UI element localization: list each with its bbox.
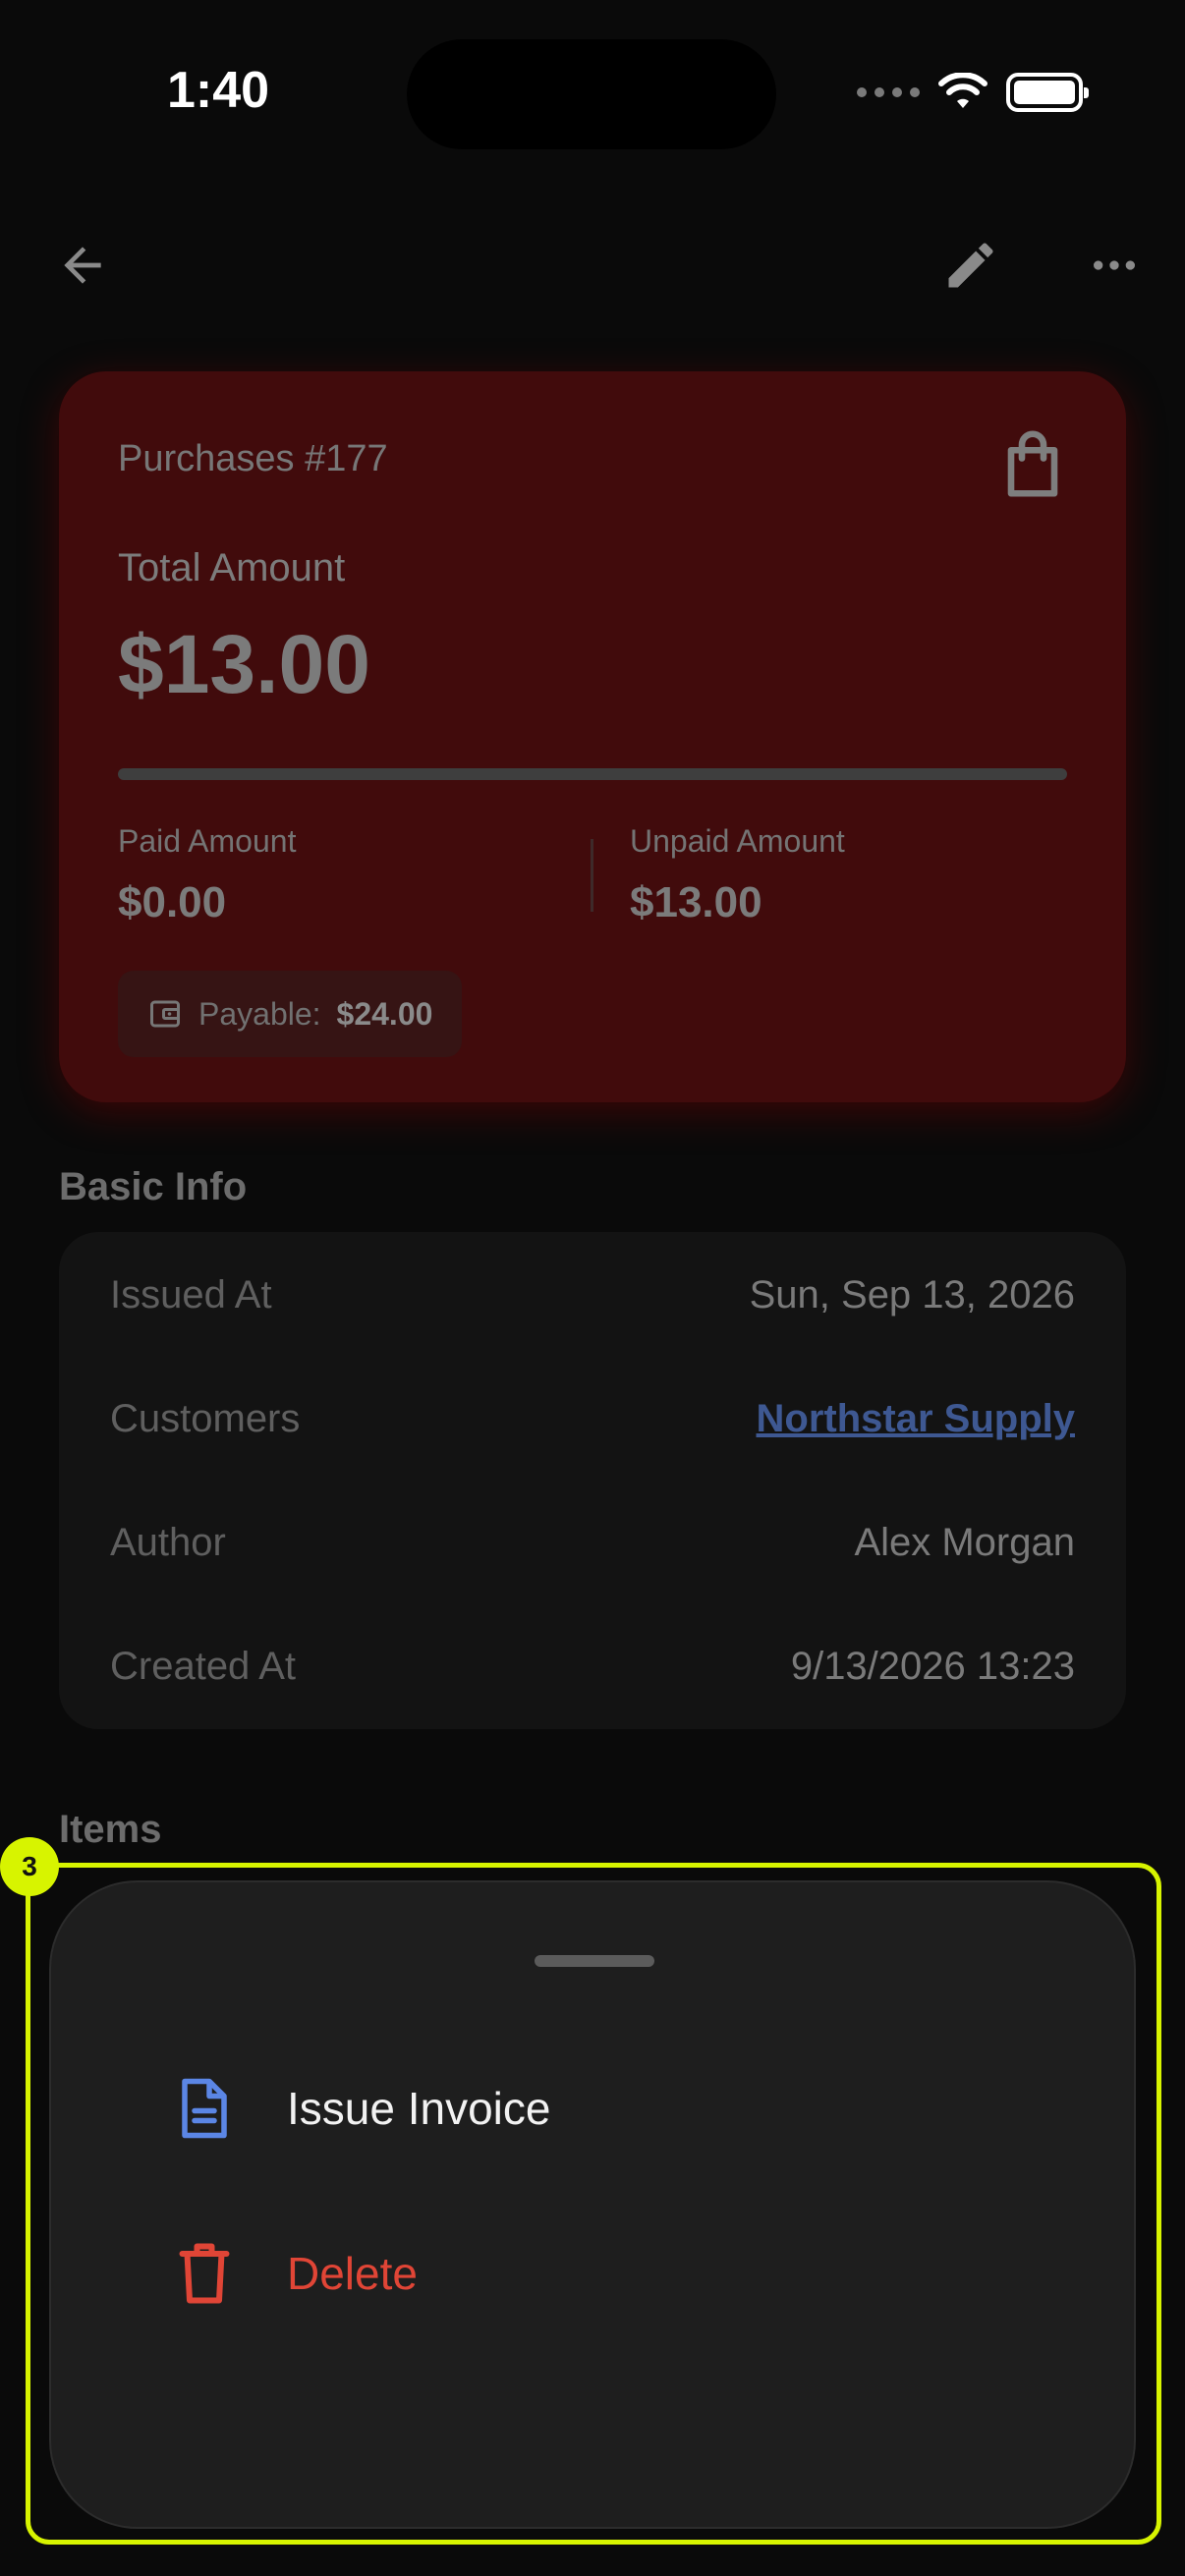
purchase-title: Purchases #177 — [118, 438, 388, 479]
info-row-created-at: Created At 9/13/2026 13:23 — [110, 1637, 1075, 1696]
info-row-customers: Customers Northstar Supply — [110, 1389, 1075, 1448]
info-row-issued-at: Issued At Sun, Sep 13, 2026 — [110, 1265, 1075, 1324]
info-label: Customers — [110, 1396, 301, 1440]
purchase-summary-card: Purchases #177 Total Amount $13.00 Paid … — [59, 371, 1126, 1102]
shopping-bag-icon — [1007, 430, 1058, 497]
annotation-badge: 3 — [0, 1837, 59, 1896]
wallet-icon — [150, 1000, 180, 1028]
info-value: 9/13/2026 13:23 — [790, 1644, 1075, 1688]
signal-dots-icon — [857, 87, 920, 97]
payable-label: Payable: — [198, 995, 321, 1032]
payment-progress-bar — [118, 768, 1067, 780]
issue-invoice-button[interactable]: Issue Invoice — [175, 2059, 550, 2157]
basic-info-card: Issued At Sun, Sep 13, 2026 Customers No… — [59, 1232, 1126, 1729]
paid-amount-value: $0.00 — [118, 878, 227, 926]
items-section-title: Items — [59, 1808, 162, 1851]
more-horizontal-icon — [1094, 260, 1135, 270]
trash-icon — [179, 2243, 230, 2304]
customer-link[interactable]: Northstar Supply — [757, 1397, 1075, 1441]
wifi-icon — [938, 73, 988, 108]
basic-info-title: Basic Info — [59, 1165, 248, 1208]
more-options-button[interactable] — [1075, 226, 1154, 305]
delete-button[interactable]: Delete — [175, 2224, 418, 2323]
paid-amount-label: Paid Amount — [118, 823, 297, 859]
arrow-left-icon — [64, 247, 101, 284]
pencil-icon — [948, 243, 993, 288]
document-icon — [182, 2078, 227, 2139]
total-amount-value: $13.00 — [118, 618, 370, 710]
dynamic-island — [407, 39, 776, 149]
status-time: 1:40 — [167, 62, 270, 119]
unpaid-amount-value: $13.00 — [630, 878, 762, 926]
payable-chip: Payable: $24.00 — [118, 971, 463, 1057]
unpaid-amount-label: Unpaid Amount — [630, 823, 845, 859]
amount-divider — [591, 839, 593, 912]
battery-icon — [1006, 73, 1089, 112]
back-button[interactable] — [43, 226, 122, 305]
action-bottom-sheet: Issue Invoice Delete — [49, 1880, 1136, 2529]
status-icons — [857, 73, 1089, 112]
info-row-author: Author Alex Morgan — [110, 1513, 1075, 1572]
delete-label: Delete — [287, 2248, 418, 2299]
info-label: Author — [110, 1520, 226, 1564]
screen: 1:40 Purchases #177 Total Amount $13.00 … — [0, 0, 1185, 2576]
total-amount-label: Total Amount — [118, 546, 346, 589]
issue-invoice-label: Issue Invoice — [287, 2083, 551, 2134]
sheet-drag-handle[interactable] — [535, 1955, 654, 1967]
info-label: Issued At — [110, 1272, 272, 1316]
payable-value: $24.00 — [336, 995, 433, 1032]
info-value: Sun, Sep 13, 2026 — [749, 1272, 1075, 1316]
info-label: Created At — [110, 1644, 297, 1688]
info-value: Alex Morgan — [854, 1520, 1075, 1564]
edit-button[interactable] — [931, 226, 1010, 305]
